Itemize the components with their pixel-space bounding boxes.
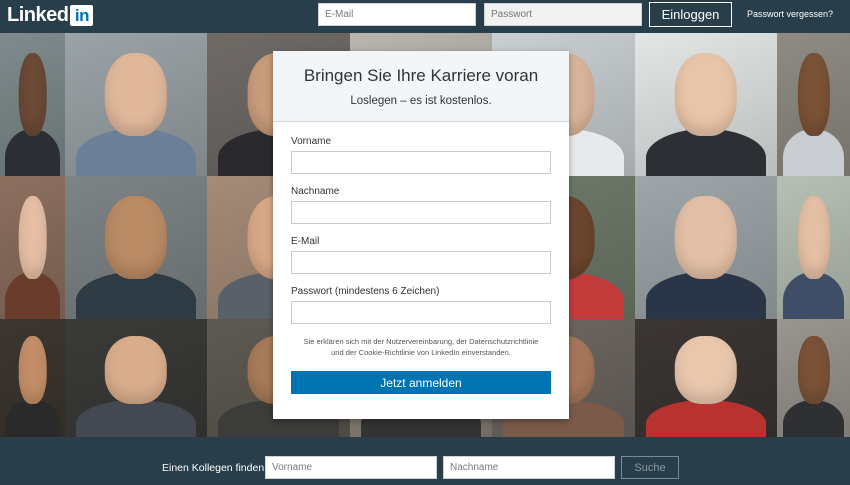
find-colleague-label: Einen Kollegen finden bbox=[162, 462, 265, 474]
login-button[interactable]: Einloggen bbox=[649, 2, 732, 27]
join-now-button[interactable]: Jetzt anmelden bbox=[291, 371, 551, 394]
email-field[interactable] bbox=[291, 251, 551, 274]
photo-man-sunglasses bbox=[65, 176, 207, 319]
find-colleague-bar: Einen Kollegen finden Suche bbox=[0, 437, 850, 485]
logo-in-badge: in bbox=[70, 4, 94, 26]
first-name-label: Vorname bbox=[291, 136, 332, 147]
terms-notice: Sie erklären sich mit der Nutzervereinba… bbox=[303, 337, 539, 357]
login-email-input[interactable] bbox=[318, 3, 476, 26]
last-name-label: Nachname bbox=[291, 186, 340, 197]
photo-woman-blonde-smiling bbox=[65, 33, 207, 176]
photo-woman-asian-smile bbox=[635, 319, 777, 437]
colleague-last-name-input[interactable] bbox=[443, 456, 615, 479]
linkedin-logo[interactable]: Linked in bbox=[7, 3, 94, 27]
last-name-field[interactable] bbox=[291, 201, 551, 224]
signup-card: Bringen Sie Ihre Karriere voran Loslegen… bbox=[273, 51, 569, 419]
top-navigation-bar: Linked in Einloggen Passwort vergessen? bbox=[0, 0, 850, 33]
password-label: Passwort (mindestens 6 Zeichen) bbox=[291, 286, 440, 297]
colleague-first-name-input[interactable] bbox=[265, 456, 437, 479]
forgot-password-link[interactable]: Passwort vergessen? bbox=[747, 9, 833, 19]
photo-man-tie bbox=[635, 176, 777, 319]
signup-form: Vorname Nachname E-Mail Passwort (mindes… bbox=[273, 122, 569, 394]
password-field[interactable] bbox=[291, 301, 551, 324]
colleague-search-button[interactable]: Suche bbox=[621, 456, 679, 479]
photo-man-smile-bottom bbox=[0, 319, 65, 437]
login-password-input[interactable] bbox=[484, 3, 642, 26]
email-label: E-Mail bbox=[291, 236, 320, 247]
photo-man-smiling-right bbox=[777, 33, 850, 176]
first-name-field[interactable] bbox=[291, 151, 551, 174]
photo-man-bottom-right bbox=[777, 319, 850, 437]
logo-wordmark: Linked bbox=[7, 4, 69, 26]
photo-woman-red-hair bbox=[0, 176, 65, 319]
photo-woman-asian-long-hair bbox=[635, 33, 777, 176]
signup-subtitle: Loslegen – es ist kostenlos. bbox=[350, 95, 492, 107]
photo-man-suit-left bbox=[0, 33, 65, 176]
photo-woman-outdoor bbox=[777, 176, 850, 319]
photo-young-man-asian bbox=[65, 319, 207, 437]
signup-card-header: Bringen Sie Ihre Karriere voran Loslegen… bbox=[273, 51, 569, 122]
signup-title: Bringen Sie Ihre Karriere voran bbox=[303, 66, 539, 85]
